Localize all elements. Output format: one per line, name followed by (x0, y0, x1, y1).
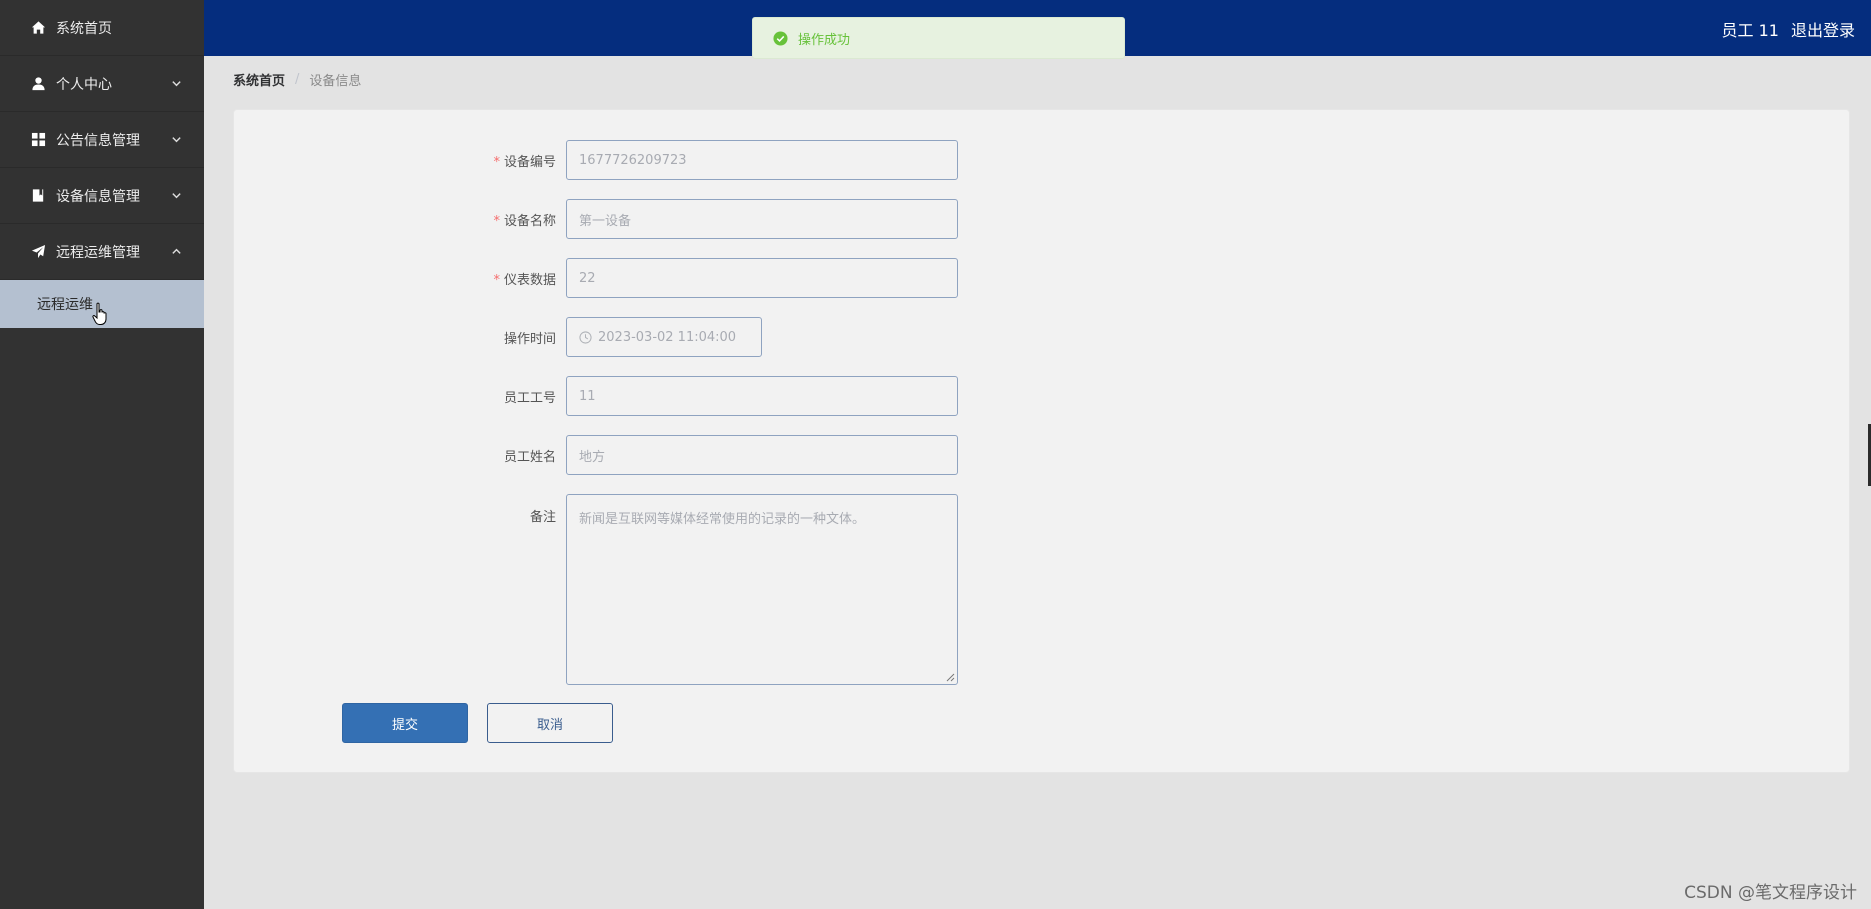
operation-time-label: 操作时间 (503, 331, 556, 347)
logout-link[interactable]: 退出登录 (1791, 17, 1855, 41)
remarks-label: 备注 (529, 510, 556, 525)
employee-id-label: 员工工号 (503, 390, 556, 406)
submit-button[interactable]: 提交 (342, 703, 468, 743)
device-name-input[interactable]: 第一设备 (566, 199, 958, 239)
required-mark: * (493, 272, 500, 288)
form-label: 备注 (234, 494, 566, 525)
sidebar-item-home[interactable]: 系统首页 (0, 0, 204, 56)
sidebar-item-remote-ops-management[interactable]: 远程运维管理 (0, 224, 204, 280)
chevron-down-icon (170, 78, 182, 90)
breadcrumb-home[interactable]: 系统首页 (233, 70, 285, 89)
chevron-down-icon (170, 190, 182, 202)
success-toast: 操作成功 (752, 17, 1125, 59)
hand-cursor-icon (92, 302, 107, 325)
form-row-remarks: 备注 新闻是互联网等媒体经常使用的记录的一种文体。 (234, 494, 958, 685)
sidebar: 系统首页 个人中心 公告信息管理 设备信息管理 远程运维管理 远程运维 (0, 0, 204, 909)
submenu-item-remote-ops[interactable]: 远程运维 (0, 280, 204, 328)
sidebar-item-device-management[interactable]: 设备信息管理 (0, 168, 204, 224)
form-label: * 设备名称 (234, 210, 566, 229)
device-form-card: * 设备编号 1677726209723 * 设备名称 第一设备 * 仪表数据 22 … (233, 109, 1850, 773)
remarks-textarea[interactable]: 新闻是互联网等媒体经常使用的记录的一种文体。 (566, 494, 958, 685)
form-label: 员工姓名 (234, 446, 566, 465)
form-row-employee-id: 员工工号 11 (234, 376, 958, 416)
meter-data-label: 仪表数据 (503, 272, 556, 288)
employee-name-input[interactable]: 地方 (566, 435, 958, 475)
send-icon (30, 244, 46, 260)
check-circle-icon (773, 30, 788, 46)
breadcrumb-current: 设备信息 (309, 74, 362, 89)
watermark: CSDN @笔文程序设计 (1684, 883, 1857, 903)
form-row-meter-data: * 仪表数据 22 (234, 258, 958, 298)
sidebar-item-label: 系统首页 (56, 20, 112, 37)
operation-time-value: 2023-03-02 11:04:00 (598, 329, 737, 345)
sidebar-item-label: 设备信息管理 (56, 188, 140, 205)
user-area: 员工 11 退出登录 (1722, 17, 1855, 41)
employee-id-input[interactable]: 11 (566, 376, 958, 416)
operation-time-picker[interactable]: 2023-03-02 11:04:00 (566, 317, 762, 357)
form-row-device-id: * 设备编号 1677726209723 (234, 140, 958, 180)
book-icon (30, 188, 46, 204)
toast-message: 操作成功 (798, 32, 851, 48)
clock-icon (579, 330, 592, 344)
grid-icon (30, 132, 46, 148)
remarks-value: 新闻是互联网等媒体经常使用的记录的一种文体。 (579, 512, 866, 527)
chevron-up-icon (170, 246, 182, 258)
sidebar-item-label: 公告信息管理 (56, 132, 140, 149)
current-user-label: 员工 11 (1721, 21, 1779, 40)
submenu-item-label: 远程运维 (37, 297, 93, 313)
meter-data-input[interactable]: 22 (566, 258, 958, 298)
form-label: * 仪表数据 (234, 269, 566, 288)
user-icon (30, 76, 46, 92)
sidebar-item-notice-management[interactable]: 公告信息管理 (0, 112, 204, 168)
form-label: 员工工号 (234, 387, 566, 406)
home-icon (30, 20, 46, 36)
required-mark: * (493, 154, 500, 170)
sidebar-item-personal-center[interactable]: 个人中心 (0, 56, 204, 112)
form-row-device-name: * 设备名称 第一设备 (234, 199, 958, 239)
form-label: 操作时间 (234, 328, 566, 347)
form-row-employee-name: 员工姓名 地方 (234, 435, 958, 475)
breadcrumb-separator: / (295, 72, 300, 87)
chevron-down-icon (170, 134, 182, 146)
sidebar-item-label: 远程运维管理 (56, 244, 140, 261)
required-mark: * (493, 213, 500, 229)
cancel-button[interactable]: 取消 (487, 703, 613, 743)
form-label: * 设备编号 (234, 151, 566, 170)
device-id-label: 设备编号 (503, 154, 556, 170)
employee-name-label: 员工姓名 (503, 449, 556, 465)
resize-handle-icon[interactable] (946, 673, 955, 682)
breadcrumb: 系统首页 / 设备信息 (233, 70, 361, 89)
device-name-label: 设备名称 (503, 213, 556, 229)
device-id-input[interactable]: 1677726209723 (566, 140, 958, 180)
sidebar-item-label: 个人中心 (56, 76, 112, 93)
form-row-operation-time: 操作时间 2023-03-02 11:04:00 (234, 317, 762, 357)
